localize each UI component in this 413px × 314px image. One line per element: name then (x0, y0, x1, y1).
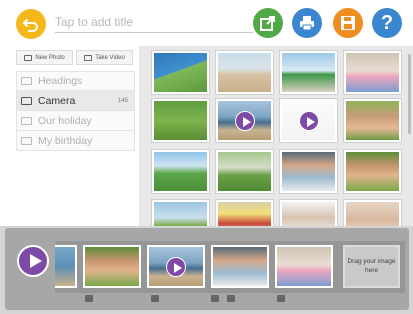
share-icon (260, 16, 275, 31)
folder-icon (21, 77, 32, 85)
album-item-headings[interactable]: Headings (16, 71, 135, 91)
top-bar: ? (0, 0, 413, 46)
photo-thumbnail[interactable] (152, 99, 209, 142)
sidebar: New Photo Take Video Headings Camera 145… (0, 46, 139, 226)
album-label: Camera (38, 94, 76, 107)
title-input[interactable] (55, 11, 253, 33)
photo-thumbnail[interactable] (216, 150, 273, 193)
photo-thumbnail[interactable] (344, 200, 401, 226)
floppy-disk-icon (341, 16, 355, 30)
album-label: Our holiday (38, 114, 92, 127)
album-label: My birthday (38, 134, 93, 147)
play-slideshow-button[interactable] (17, 245, 49, 277)
album-list: Headings Camera 145 Our holiday My birth… (16, 71, 135, 151)
photo-thumbnail[interactable] (280, 99, 337, 142)
folder-icon (21, 136, 32, 145)
grid-scrollbar[interactable] (408, 54, 411, 134)
photo-thumbnail[interactable] (344, 99, 401, 142)
timeline-item[interactable] (55, 245, 77, 288)
photo-thumbnail[interactable] (216, 99, 273, 142)
photo-thumbnail[interactable] (280, 51, 337, 94)
album-item-our-holiday[interactable]: Our holiday (16, 111, 135, 131)
drop-zone-text: Drag your image here (347, 258, 396, 274)
folder-icon (21, 116, 32, 125)
timeline: Drag your image here (55, 241, 405, 293)
photo-thumbnail[interactable] (152, 150, 209, 193)
save-button[interactable] (333, 8, 363, 38)
timeline-strip: Drag your image here (0, 226, 413, 314)
new-photo-button[interactable]: New Photo (16, 50, 73, 65)
video-camera-icon (84, 54, 93, 61)
print-button[interactable] (292, 8, 322, 38)
text-icon[interactable] (85, 295, 93, 302)
photo-thumbnail[interactable] (152, 51, 209, 94)
photo-thumbnail[interactable] (280, 200, 337, 226)
sound-icon[interactable] (227, 295, 235, 302)
photo-thumbnail[interactable] (152, 200, 209, 226)
timeline-item[interactable] (83, 245, 141, 288)
play-icon (298, 110, 319, 131)
take-video-button[interactable]: Take Video (76, 50, 133, 65)
camera-icon[interactable] (151, 295, 159, 302)
new-photo-label: New Photo (35, 54, 65, 61)
play-icon (234, 110, 255, 131)
album-label: Headings (38, 75, 83, 87)
message-icon[interactable] (211, 295, 219, 302)
photo-thumbnail[interactable] (280, 150, 337, 193)
help-icon: ? (380, 12, 394, 34)
timeline-item[interactable] (211, 245, 269, 288)
album-item-my-birthday[interactable]: My birthday (16, 131, 135, 151)
back-arrow-icon (23, 19, 38, 32)
photo-grid (139, 46, 413, 226)
timeline-item[interactable] (147, 245, 205, 288)
message-icon[interactable] (277, 295, 285, 302)
media-buttons: New Photo Take Video (16, 50, 133, 65)
timeline-panel: Drag your image here (5, 228, 409, 310)
help-button[interactable]: ? (372, 8, 402, 38)
photo-thumbnail[interactable] (216, 51, 273, 94)
share-button[interactable] (253, 8, 283, 38)
drop-zone[interactable]: Drag your image here (343, 245, 400, 288)
timeline-item[interactable] (275, 245, 333, 288)
album-count: 145 (117, 97, 128, 104)
photo-thumbnail[interactable] (216, 200, 273, 226)
photo-thumbnail[interactable] (344, 51, 401, 94)
album-item-camera[interactable]: Camera 145 (16, 91, 135, 111)
photo-thumbnail[interactable] (344, 150, 401, 193)
take-video-label: Take Video (95, 54, 125, 61)
folder-icon (21, 96, 32, 105)
printer-icon (300, 16, 314, 31)
play-icon (166, 256, 186, 277)
camera-icon (24, 54, 33, 61)
back-button[interactable] (16, 9, 46, 39)
